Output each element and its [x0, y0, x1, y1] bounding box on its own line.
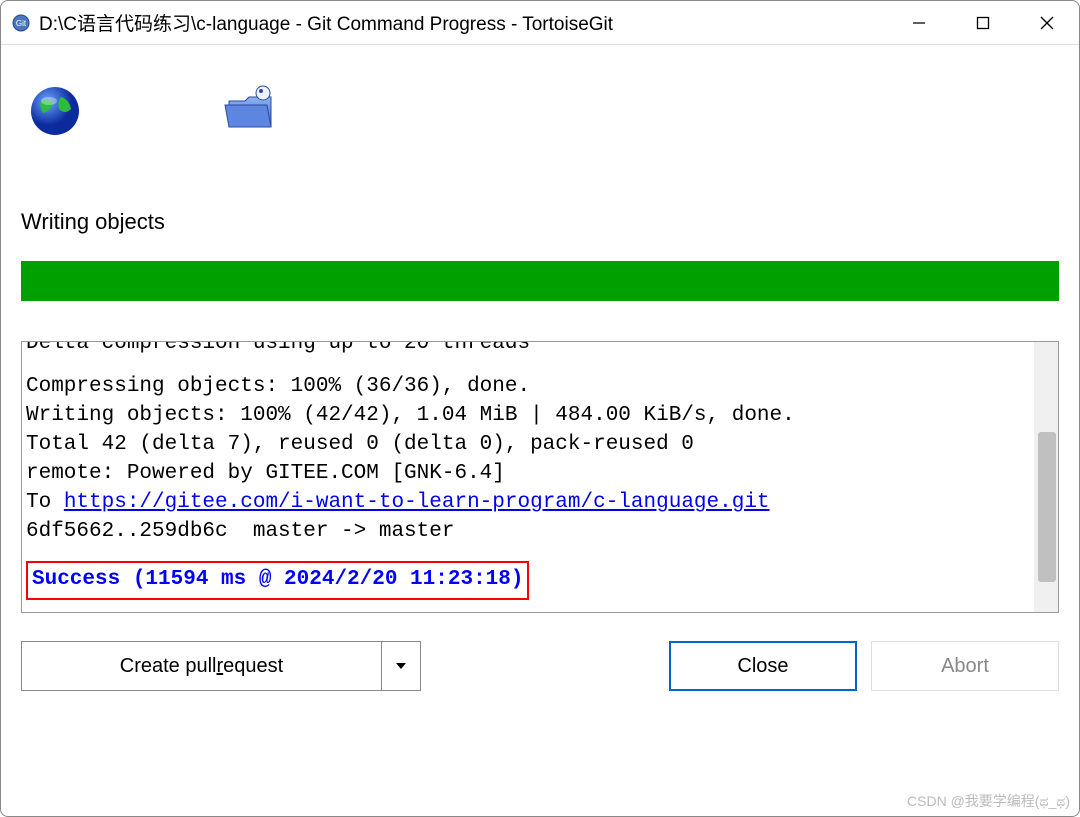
globe-icon [27, 83, 83, 139]
close-window-button[interactable] [1015, 1, 1079, 44]
log-line: 6df5662..259db6c master -> master [26, 520, 454, 543]
pull-request-group: Create pull request [21, 641, 421, 691]
abort-button: Abort [871, 641, 1059, 691]
pull-request-dropdown[interactable] [381, 641, 421, 691]
log-line: Compressing objects: 100% (36/36), done. [26, 375, 530, 398]
window-title: D:\C语言代码练习\c-language - Git Command Prog… [39, 9, 887, 36]
btn-label-accel: r [216, 655, 223, 678]
log-scrollbar[interactable] [1034, 342, 1058, 612]
svg-text:Git: Git [16, 19, 27, 28]
create-pull-request-button[interactable]: Create pull request [21, 641, 381, 691]
app-window: Git D:\C语言代码练习\c-language - Git Command … [0, 0, 1080, 817]
watermark: CSDN @我要学编程(ಥ_ಥ) [907, 791, 1070, 811]
folder-icon [223, 83, 279, 139]
maximize-button[interactable] [951, 1, 1015, 44]
success-highlight: Success (11594 ms @ 2024/2/20 11:23:18) [26, 561, 529, 600]
animation-icons [21, 65, 1059, 179]
log-line: remote: Powered by GITEE.COM [GNK-6.4] [26, 462, 505, 485]
content-area: Writing objects Delta compression using … [1, 45, 1079, 816]
log-line: Writing objects: 100% (42/42), 1.04 MiB … [26, 404, 795, 427]
log-container: Delta compression using up to 20 threads… [21, 341, 1059, 613]
log-line: Total 42 (delta 7), reused 0 (delta 0), … [26, 433, 694, 456]
status-label: Writing objects [21, 209, 1059, 235]
titlebar: Git D:\C语言代码练习\c-language - Git Command … [1, 1, 1079, 45]
close-button[interactable]: Close [669, 641, 857, 691]
log-line: Delta compression using up to 20 threads [26, 342, 530, 355]
progress-bar [21, 261, 1059, 301]
success-message: Success (11594 ms @ 2024/2/20 11:23:18) [32, 568, 523, 591]
btn-label-post: equest [223, 655, 283, 678]
log-output[interactable]: Delta compression using up to 20 threads… [22, 342, 1034, 612]
app-icon: Git [11, 13, 31, 33]
chevron-down-icon [395, 660, 407, 672]
remote-url-link[interactable]: https://gitee.com/i-want-to-learn-progra… [64, 491, 770, 514]
scroll-thumb[interactable] [1038, 432, 1056, 582]
btn-label-pre: Create pull [120, 655, 217, 678]
button-bar: Create pull request Close Abort [21, 613, 1059, 715]
minimize-button[interactable] [887, 1, 951, 44]
log-line-prefix: To [26, 491, 64, 514]
window-controls [887, 1, 1079, 44]
